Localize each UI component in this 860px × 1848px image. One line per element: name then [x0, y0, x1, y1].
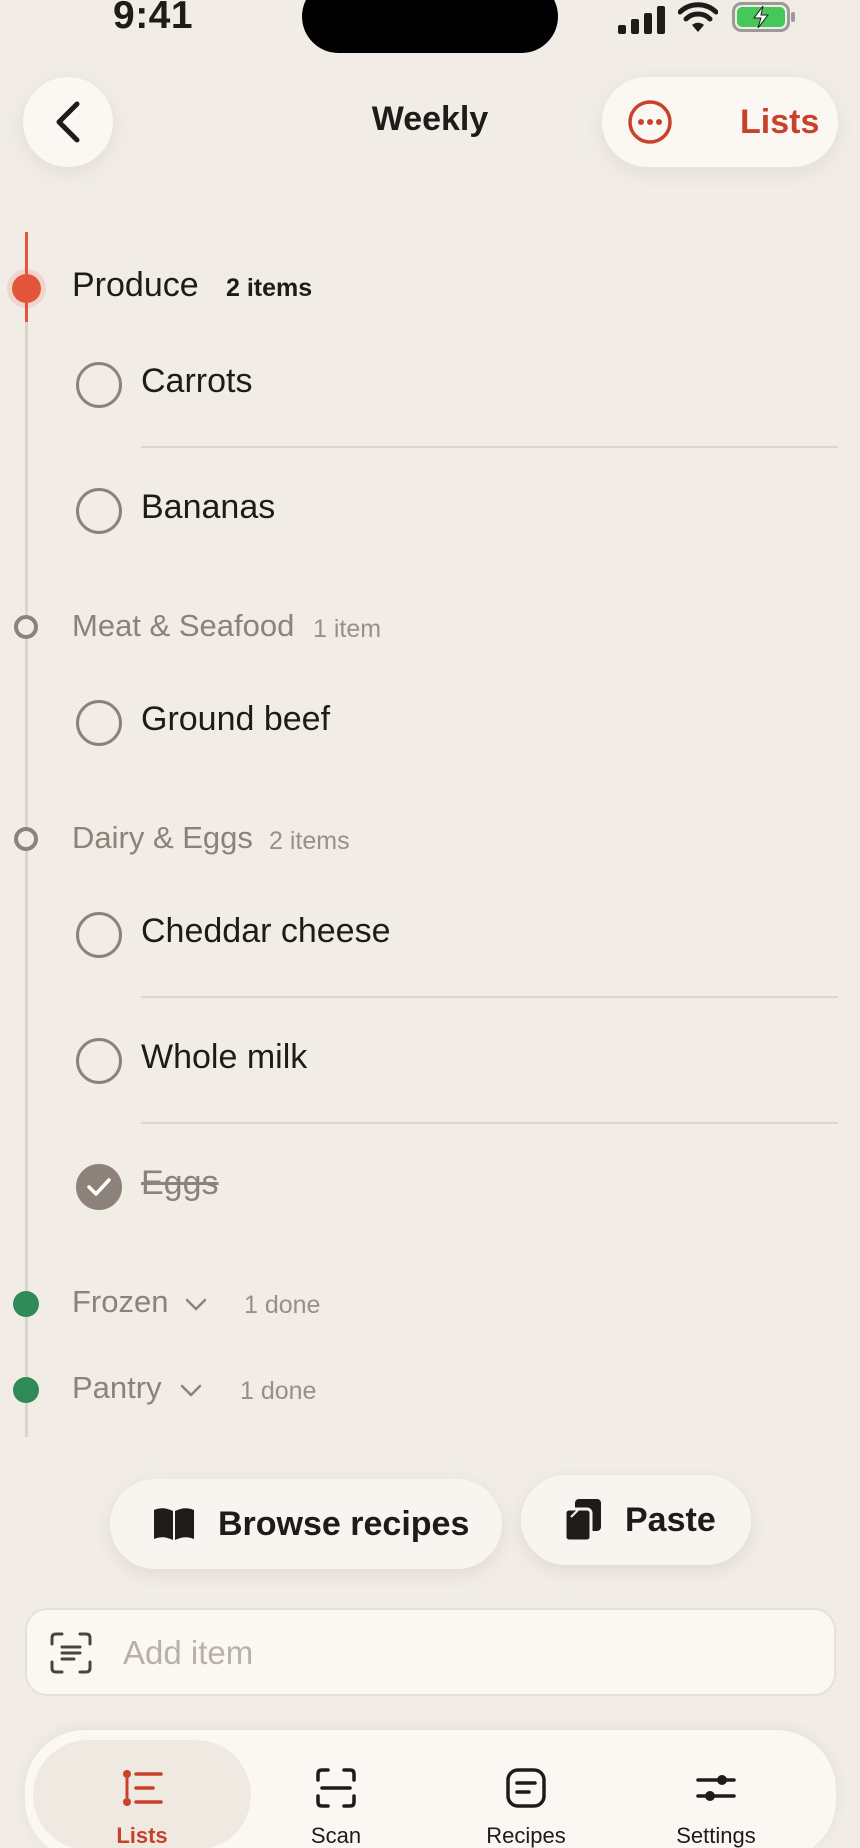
list-item-bananas[interactable]: Bananas: [72, 448, 838, 574]
section-dot-pending: [14, 615, 38, 639]
section-title-pantry[interactable]: Pantry: [72, 1370, 162, 1406]
section-dot-active: [12, 274, 41, 303]
tab-label: Scan: [310, 1823, 362, 1848]
dynamic-island: [302, 0, 558, 53]
clipboard-icon: [563, 1499, 601, 1543]
add-item-input[interactable]: [123, 1628, 803, 1678]
section-count-dairy-eggs: 2 items: [269, 827, 350, 855]
cellular-signal-icon: [618, 6, 665, 34]
item-label: Cheddar cheese: [141, 912, 391, 950]
item-checkbox[interactable]: [76, 1038, 122, 1084]
status-bar: 9:41: [0, 0, 860, 60]
tab-label: Recipes: [486, 1823, 566, 1848]
list-item-carrots[interactable]: Carrots: [72, 322, 838, 448]
lists-icon: [123, 1770, 163, 1806]
tab-label: Lists: [116, 1823, 168, 1848]
item-checkbox[interactable]: [76, 700, 122, 746]
more-options-icon[interactable]: [627, 99, 673, 145]
tab-lists[interactable]: Lists: [33, 1740, 251, 1848]
scan-icon: [316, 1768, 356, 1808]
item-checkbox[interactable]: [76, 362, 122, 408]
item-label: Eggs: [141, 1164, 219, 1202]
paste-label: Paste: [625, 1500, 716, 1539]
item-label: Bananas: [141, 488, 276, 526]
tab-recipes[interactable]: Recipes: [431, 1740, 621, 1848]
settings-icon: [696, 1775, 736, 1801]
tab-settings[interactable]: Settings: [621, 1740, 811, 1848]
paste-button[interactable]: Paste: [521, 1475, 751, 1565]
wifi-icon: [678, 2, 718, 32]
section-count-pantry: 1 done: [240, 1377, 317, 1405]
list-item-ground-beef[interactable]: Ground beef: [72, 660, 838, 786]
tab-scan[interactable]: Scan: [241, 1740, 431, 1848]
section-title-meat-seafood[interactable]: Meat & Seafood: [72, 608, 294, 644]
header-actions: Lists: [602, 77, 838, 167]
section-dot-done: [13, 1377, 39, 1403]
list-item-eggs[interactable]: Eggs: [72, 1124, 838, 1250]
item-checkbox[interactable]: [76, 488, 122, 534]
checkmark-icon: [87, 1178, 111, 1196]
open-book-icon: [154, 1508, 194, 1540]
list-item-whole-milk[interactable]: Whole milk: [72, 998, 838, 1124]
section-dot-pending: [14, 827, 38, 851]
list-item-cheddar-cheese[interactable]: Cheddar cheese: [72, 872, 838, 998]
battery-charging-icon: [732, 2, 795, 32]
item-checkbox[interactable]: [76, 912, 122, 958]
item-checkbox-checked[interactable]: [76, 1164, 122, 1210]
section-count-frozen: 1 done: [244, 1291, 321, 1319]
section-title-frozen[interactable]: Frozen: [72, 1284, 168, 1320]
status-time: 9:41: [113, 0, 194, 37]
recipes-icon: [506, 1768, 546, 1808]
tab-label: Settings: [676, 1823, 756, 1848]
section-count-produce: 2 items: [226, 274, 313, 302]
chevron-down-icon[interactable]: [184, 1296, 208, 1312]
section-title-dairy-eggs[interactable]: Dairy & Eggs: [72, 820, 253, 856]
browse-recipes-button[interactable]: Browse recipes: [110, 1479, 502, 1569]
section-count-meat-seafood: 1 item: [313, 615, 382, 643]
section-dot-done: [13, 1291, 39, 1317]
tab-bar: Lists Scan Recipes Settings: [25, 1730, 836, 1848]
lists-link[interactable]: Lists: [740, 103, 819, 142]
section-title-produce[interactable]: Produce: [72, 266, 199, 305]
item-label: Carrots: [141, 362, 253, 400]
item-label: Whole milk: [141, 1038, 308, 1076]
chevron-down-icon[interactable]: [179, 1382, 203, 1398]
add-item-field[interactable]: [25, 1608, 836, 1696]
scan-text-icon[interactable]: [49, 1631, 93, 1675]
item-label: Ground beef: [141, 700, 331, 738]
browse-recipes-label: Browse recipes: [218, 1504, 470, 1543]
